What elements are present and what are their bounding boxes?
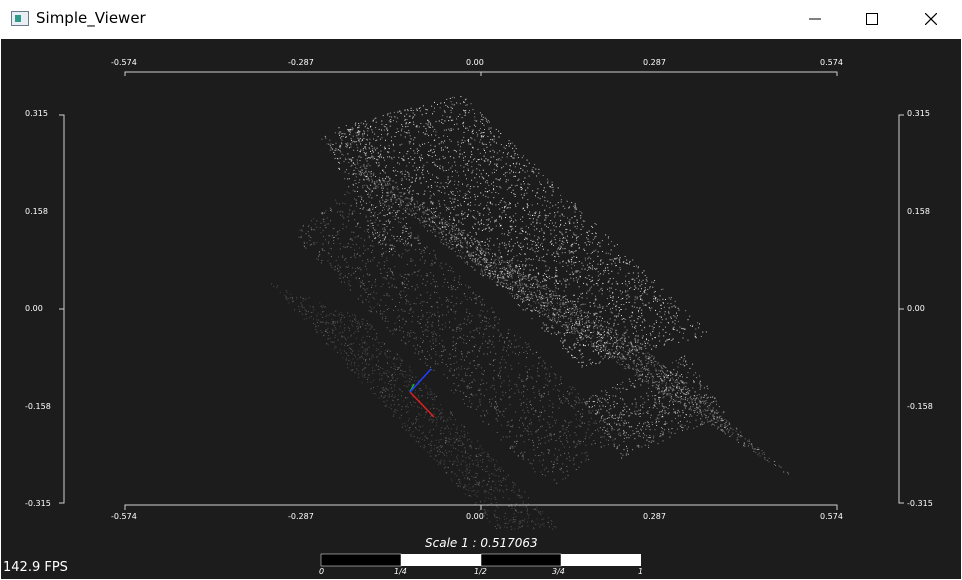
top-tick-label: 0.00: [466, 58, 484, 67]
scale-tick-label: 3/4: [552, 567, 565, 576]
left-tick-label: 0.00: [25, 304, 43, 313]
scale-tick-label: 1/4: [394, 567, 407, 576]
top-tick-label: -0.574: [111, 58, 137, 67]
scale-tick-label: 1/2: [474, 567, 487, 576]
bottom-tick-label: -0.574: [111, 512, 137, 521]
scale-tick-label: 1: [638, 567, 644, 576]
bottom-tick-label: 0.574: [820, 512, 843, 521]
fps-counter: 142.9 FPS: [3, 560, 68, 575]
top-tick-label: -0.287: [288, 58, 314, 67]
left-tick-label: 0.158: [25, 207, 48, 216]
close-icon: [925, 13, 937, 25]
scale-bar: [320, 553, 641, 567]
maximize-button[interactable]: [849, 0, 895, 38]
3d-viewport[interactable]: -0.574 -0.287 0.00 0.287 0.574 -0.574 -0…: [1, 39, 961, 579]
right-tick-label: -0.315: [907, 499, 933, 508]
scale-label: Scale 1 : 0.517063: [425, 536, 538, 550]
scale-tick-label: 0: [319, 567, 325, 576]
right-tick-label: 0.00: [907, 304, 925, 313]
right-tick-label: -0.158: [907, 402, 933, 411]
bottom-tick-label: 0.287: [643, 512, 666, 521]
bottom-tick-label: -0.287: [288, 512, 314, 521]
left-tick-label: 0.315: [25, 109, 48, 118]
close-button[interactable]: [908, 0, 954, 38]
minimize-icon: [809, 18, 821, 20]
title-bar[interactable]: Simple_Viewer: [0, 0, 962, 38]
bottom-tick-label: 0.00: [466, 512, 484, 521]
coordinate-axes-gizmo: [409, 368, 435, 418]
app-icon: [11, 11, 29, 26]
maximize-icon: [866, 13, 878, 25]
minimize-button[interactable]: [792, 0, 838, 38]
right-tick-label: 0.158: [907, 207, 930, 216]
point-cloud-canvas[interactable]: [1, 39, 961, 579]
left-tick-label: -0.158: [25, 402, 51, 411]
point-cloud: [271, 96, 789, 530]
left-tick-label: -0.315: [25, 499, 51, 508]
top-tick-label: 0.574: [820, 58, 843, 67]
top-tick-label: 0.287: [643, 58, 666, 67]
viewer-window: Simple_Viewer -0.574 -0.287 0.00 0.287 0…: [0, 0, 962, 580]
window-title: Simple_Viewer: [36, 9, 146, 27]
right-tick-label: 0.315: [907, 109, 930, 118]
